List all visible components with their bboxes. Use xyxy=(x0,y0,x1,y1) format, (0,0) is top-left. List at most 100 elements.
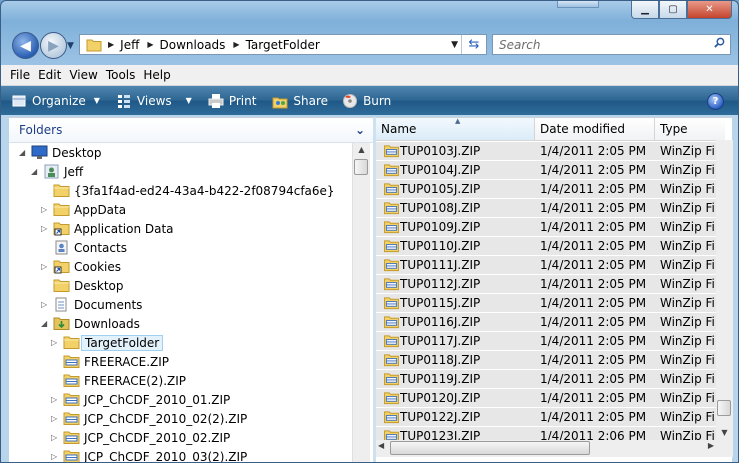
tree-item[interactable]: ▷ JCP_ChCDF_2010_03(2).ZIP xyxy=(51,447,247,462)
table-row[interactable]: TUP0118J.ZIP 1/4/2011 2:05 PM WinZip File xyxy=(376,351,726,370)
expand-arrow-icon[interactable]: ▷ xyxy=(51,395,59,404)
tree-item[interactable]: FREERACE.ZIP xyxy=(51,352,169,371)
table-row[interactable]: TUP0116J.ZIP 1/4/2011 2:05 PM WinZip File xyxy=(376,313,726,332)
breadcrumb-separator-icon[interactable]: ▶ xyxy=(147,40,153,49)
breadcrumb-item[interactable]: TargetFolder xyxy=(246,38,320,52)
scrollbar-thumb[interactable] xyxy=(717,400,731,416)
table-row[interactable]: TUP0117J.ZIP 1/4/2011 2:05 PM WinZip File xyxy=(376,332,726,351)
column-header-date-modified[interactable]: Date modified xyxy=(535,118,655,141)
print-button[interactable]: Print xyxy=(208,86,256,115)
folders-scrollbar[interactable]: ▲ xyxy=(352,143,370,462)
title-bar[interactable]: ▁ ▢ ✕ xyxy=(1,1,738,23)
table-row[interactable]: TUP0104J.ZIP 1/4/2011 2:05 PM WinZip File xyxy=(376,161,726,180)
help-icon[interactable]: ? xyxy=(707,93,724,110)
expand-arrow-icon[interactable]: ▷ xyxy=(41,224,49,233)
maximize-button[interactable]: ▢ xyxy=(659,1,687,19)
expand-arrow-icon[interactable]: ▷ xyxy=(51,452,59,461)
breadcrumb-separator-icon[interactable]: ▶ xyxy=(108,40,114,49)
tree-item-label: Contacts xyxy=(74,240,127,255)
expanded-arrow-icon[interactable]: ◢ xyxy=(31,167,39,176)
organize-button[interactable]: Organize ▼ xyxy=(11,86,100,115)
scroll-down-arrow-icon[interactable]: ▼ xyxy=(716,426,733,440)
menu-file[interactable]: File xyxy=(10,68,30,82)
date-modified-cell: 1/4/2011 2:05 PM xyxy=(540,391,647,405)
tree-item[interactable]: ▷ JCP_ChCDF_2010_02.ZIP xyxy=(51,428,230,447)
tree-item[interactable]: Contacts xyxy=(41,238,127,257)
tree-item[interactable]: ▷ AppData xyxy=(41,200,126,219)
search-input[interactable]: Search xyxy=(499,38,541,52)
tree-item[interactable]: ◢ Jeff xyxy=(31,162,83,181)
hscrollbar-thumb[interactable] xyxy=(390,441,590,455)
expand-arrow-icon[interactable]: ▷ xyxy=(51,338,59,347)
table-row[interactable]: TUP0120J.ZIP 1/4/2011 2:05 PM WinZip File xyxy=(376,389,726,408)
recent-pages-dropdown[interactable]: ▼ xyxy=(67,41,74,51)
scroll-right-arrow-icon[interactable]: ▶ xyxy=(708,441,714,450)
search-box[interactable]: Search xyxy=(492,34,731,55)
column-header-type[interactable]: Type xyxy=(655,118,725,141)
tree-item[interactable]: {3fa1f4ad-ed24-43a4-b422-2f08794cfa6e} xyxy=(41,181,335,200)
breadcrumb-item[interactable]: Jeff xyxy=(120,38,139,52)
search-icon[interactable] xyxy=(714,37,725,48)
date-modified-cell: 1/4/2011 2:05 PM xyxy=(540,353,647,367)
folders-pane-header[interactable]: Folders ⌄ xyxy=(9,118,373,143)
expanded-arrow-icon[interactable]: ◢ xyxy=(19,148,27,157)
date-modified-cell: 1/4/2011 2:05 PM xyxy=(540,315,647,329)
tree-item[interactable]: ▷ Cookies xyxy=(41,257,121,276)
expanded-arrow-icon[interactable]: ◢ xyxy=(41,319,49,328)
tree-item[interactable]: ▷ TargetFolder xyxy=(51,333,164,352)
table-row[interactable]: TUP0103J.ZIP 1/4/2011 2:05 PM WinZip File xyxy=(376,142,726,161)
forward-button[interactable]: ▶ xyxy=(40,32,67,59)
back-button[interactable]: ◀ xyxy=(12,32,39,59)
tree-item-label: JCP_ChCDF_2010_01.ZIP xyxy=(84,392,231,407)
menu-edit[interactable]: Edit xyxy=(38,68,61,82)
scroll-up-arrow-icon[interactable]: ▲ xyxy=(353,143,370,157)
burn-button[interactable]: Burn xyxy=(342,86,391,115)
views-button[interactable]: Views ▼ xyxy=(116,86,192,115)
tree-item[interactable]: ◢ Downloads xyxy=(41,314,140,333)
address-dropdown-icon[interactable]: ▼ xyxy=(451,40,458,50)
minimize-button[interactable]: ▁ xyxy=(631,1,659,19)
expand-arrow-icon[interactable]: ▷ xyxy=(41,262,49,271)
expand-arrow-icon[interactable]: ▷ xyxy=(51,414,59,423)
menu-help[interactable]: Help xyxy=(143,68,170,82)
menu-view[interactable]: View xyxy=(69,68,97,82)
expand-arrow-icon[interactable]: ▷ xyxy=(51,433,59,442)
scrollbar-thumb[interactable] xyxy=(354,159,368,175)
scroll-left-arrow-icon[interactable]: ◀ xyxy=(378,441,384,450)
breadcrumb-separator-icon[interactable]: ▶ xyxy=(233,40,239,49)
table-row[interactable]: TUP0115J.ZIP 1/4/2011 2:05 PM WinZip File xyxy=(376,294,726,313)
table-row[interactable]: TUP0108J.ZIP 1/4/2011 2:05 PM WinZip File xyxy=(376,199,726,218)
tree-item[interactable]: ▷ Documents xyxy=(41,295,142,314)
file-name: TUP0112J.ZIP xyxy=(400,277,481,291)
expand-arrow-icon[interactable]: ▷ xyxy=(41,205,49,214)
refresh-button[interactable]: ⇆ xyxy=(461,35,486,54)
breadcrumb-item[interactable]: Downloads xyxy=(160,38,226,52)
address-bar[interactable]: ▶ Jeff ▶ Downloads ▶ TargetFolder ▼ ⇆ xyxy=(79,34,487,55)
close-button[interactable]: ✕ xyxy=(687,1,732,19)
table-row[interactable]: TUP0119J.ZIP 1/4/2011 2:05 PM WinZip File xyxy=(376,370,726,389)
tree-item[interactable]: FREERACE(2).ZIP xyxy=(51,371,186,390)
menu-tools[interactable]: Tools xyxy=(106,68,136,82)
share-button[interactable]: Share xyxy=(272,86,328,115)
table-row[interactable]: TUP0111J.ZIP 1/4/2011 2:05 PM WinZip File xyxy=(376,256,726,275)
column-header-name[interactable]: Name ▲ xyxy=(376,118,535,141)
file-list-hscrollbar[interactable]: ◀ ▶ xyxy=(376,440,716,457)
tree-item[interactable]: ◢ Desktop xyxy=(19,143,102,162)
file-name-cell: TUP0115J.ZIP xyxy=(383,296,480,310)
table-row[interactable]: TUP0109J.ZIP 1/4/2011 2:05 PM WinZip File xyxy=(376,218,726,237)
share-label: Share xyxy=(293,93,329,108)
expand-arrow-icon[interactable]: ▷ xyxy=(41,300,49,309)
tree-item[interactable]: ▷ JCP_ChCDF_2010_01.ZIP xyxy=(51,390,230,409)
shortcut-folder-icon xyxy=(53,222,70,236)
caption-buttons: ▁ ▢ ✕ xyxy=(631,1,732,19)
table-row[interactable]: TUP0112J.ZIP 1/4/2011 2:05 PM WinZip File xyxy=(376,275,726,294)
chevron-down-icon[interactable]: ⌄ xyxy=(355,123,365,137)
table-row[interactable]: TUP0122J.ZIP 1/4/2011 2:05 PM WinZip File xyxy=(376,408,726,427)
file-list-scrollbar[interactable]: ▼ xyxy=(716,140,733,440)
table-row[interactable]: TUP0110J.ZIP 1/4/2011 2:05 PM WinZip File xyxy=(376,237,726,256)
date-modified-cell: 1/4/2011 2:05 PM xyxy=(540,182,647,196)
table-row[interactable]: TUP0105J.ZIP 1/4/2011 2:05 PM WinZip File xyxy=(376,180,726,199)
tree-item[interactable]: ▷ Application Data xyxy=(41,219,174,238)
tree-item[interactable]: ▷ JCP_ChCDF_2010_02(2).ZIP xyxy=(51,409,247,428)
tree-item[interactable]: Desktop xyxy=(41,276,124,295)
